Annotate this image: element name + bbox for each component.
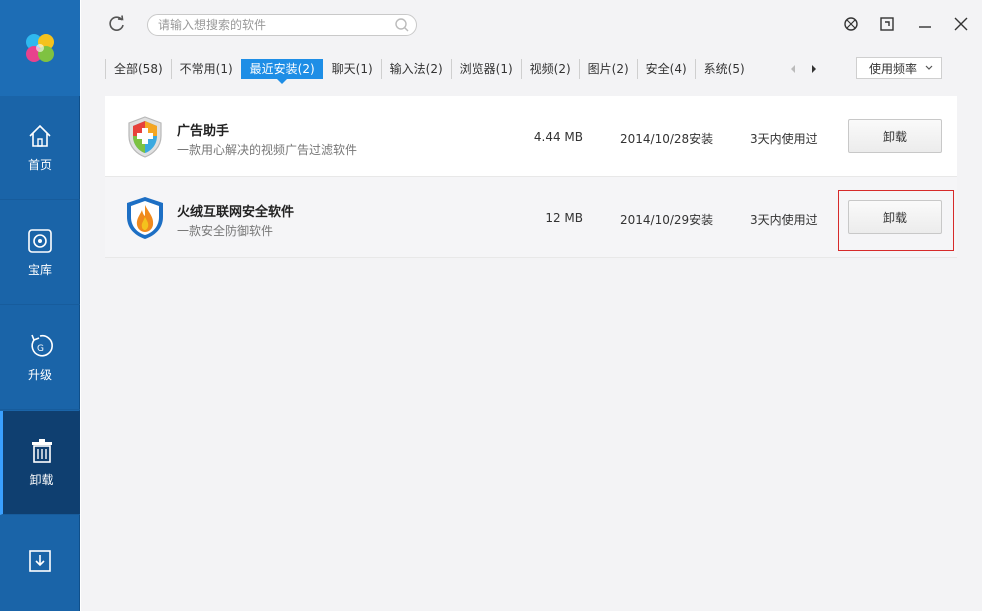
tab-security[interactable]: 安全(4) xyxy=(636,59,695,79)
tabs-next-button[interactable] xyxy=(808,62,820,76)
tab-rarely-used[interactable]: 不常用(1) xyxy=(170,59,241,79)
feedback-button[interactable] xyxy=(877,14,897,34)
uninstall-button[interactable]: 卸载 xyxy=(848,119,942,153)
app-logo xyxy=(0,0,80,96)
sidebar-item-label: 升级 xyxy=(27,368,52,382)
sort-label: 使用频率 xyxy=(869,61,918,76)
sidebar-item-label: 宝库 xyxy=(27,263,52,277)
sort-dropdown[interactable]: 使用频率 xyxy=(856,57,942,79)
minimize-icon xyxy=(919,26,931,28)
feedback-icon xyxy=(880,17,894,31)
tab-browser[interactable]: 浏览器(1) xyxy=(450,59,521,79)
tab-all[interactable]: 全部(58) xyxy=(105,59,171,79)
chevron-right-icon xyxy=(812,65,816,73)
chevron-down-icon xyxy=(925,65,933,70)
software-list: 广告助手 一款用心解决的视频广告过滤软件 4.44 MB 2014/10/28安… xyxy=(105,96,957,258)
sidebar-item-treasury[interactable]: 宝库 xyxy=(0,201,80,305)
search-input[interactable] xyxy=(158,17,388,33)
search-icon[interactable] xyxy=(394,17,410,33)
sidebar-item-uninstall[interactable]: 卸载 xyxy=(0,411,80,515)
minimize-button[interactable] xyxy=(915,14,935,34)
search-box xyxy=(147,14,417,36)
skin-icon xyxy=(844,17,858,31)
tab-chat[interactable]: 聊天(1) xyxy=(323,59,381,79)
tabs-prev-button[interactable] xyxy=(787,62,799,76)
download-icon xyxy=(29,550,51,572)
treasury-icon xyxy=(28,229,52,253)
svg-text:G: G xyxy=(37,344,44,354)
huorong-app-icon xyxy=(123,195,167,241)
uninstall-button[interactable]: 卸载 xyxy=(848,200,942,234)
sidebar-item-download[interactable] xyxy=(0,516,80,606)
tab-system[interactable]: 系统(5) xyxy=(694,59,753,79)
main-panel: 全部(58) 不常用(1) 最近安装(2) 聊天(1) 输入法(2) 浏览器(1… xyxy=(81,0,982,611)
home-icon xyxy=(29,124,51,147)
tab-image[interactable]: 图片(2) xyxy=(578,59,637,79)
top-bar xyxy=(81,0,982,50)
refresh-icon xyxy=(109,15,124,31)
tab-recently-installed[interactable]: 最近安装(2) xyxy=(240,59,323,84)
skin-button[interactable] xyxy=(841,14,861,34)
sidebar-item-upgrade[interactable]: G 升级 xyxy=(0,306,80,410)
list-item: 火绒互联网安全软件 一款安全防御软件 12 MB 2014/10/29安装 3天… xyxy=(105,177,957,258)
clover-logo-icon xyxy=(26,34,54,62)
sidebar-item-home[interactable]: 首页 xyxy=(0,96,80,200)
list-item: 广告助手 一款用心解决的视频广告过滤软件 4.44 MB 2014/10/28安… xyxy=(105,96,957,177)
last-used: 3天内使用过 xyxy=(750,132,818,146)
trash-icon xyxy=(31,439,52,463)
tab-input-method[interactable]: 输入法(2) xyxy=(380,59,451,79)
sidebar-item-label: 卸载 xyxy=(29,473,54,487)
ad-helper-app-icon xyxy=(123,114,167,160)
install-date: 2014/10/28安装 xyxy=(620,132,714,146)
tab-video[interactable]: 视频(2) xyxy=(520,59,579,79)
last-used: 3天内使用过 xyxy=(750,213,818,227)
app-size: 4.44 MB xyxy=(533,130,583,144)
app-name: 火绒互联网安全软件 xyxy=(177,205,295,220)
flame-shield-icon xyxy=(127,197,163,239)
upgrade-icon: G xyxy=(31,334,53,357)
app-description: 一款安全防御软件 xyxy=(177,224,274,238)
install-date: 2014/10/29安装 xyxy=(620,213,714,227)
app-description: 一款用心解决的视频广告过滤软件 xyxy=(177,143,358,157)
shield-plus-icon xyxy=(128,116,162,158)
sidebar: 首页 宝库 G 升级 卸载 xyxy=(0,0,80,611)
sidebar-item-label: 首页 xyxy=(27,158,52,172)
app-name: 广告助手 xyxy=(177,124,230,139)
chevron-left-icon xyxy=(791,65,795,73)
close-button[interactable] xyxy=(951,14,971,34)
app-size: 12 MB xyxy=(545,211,583,225)
refresh-button[interactable] xyxy=(107,14,127,34)
close-icon xyxy=(954,17,968,31)
category-tabs: 全部(58) 不常用(1) 最近安装(2) 聊天(1) 输入法(2) 浏览器(1… xyxy=(105,58,753,84)
